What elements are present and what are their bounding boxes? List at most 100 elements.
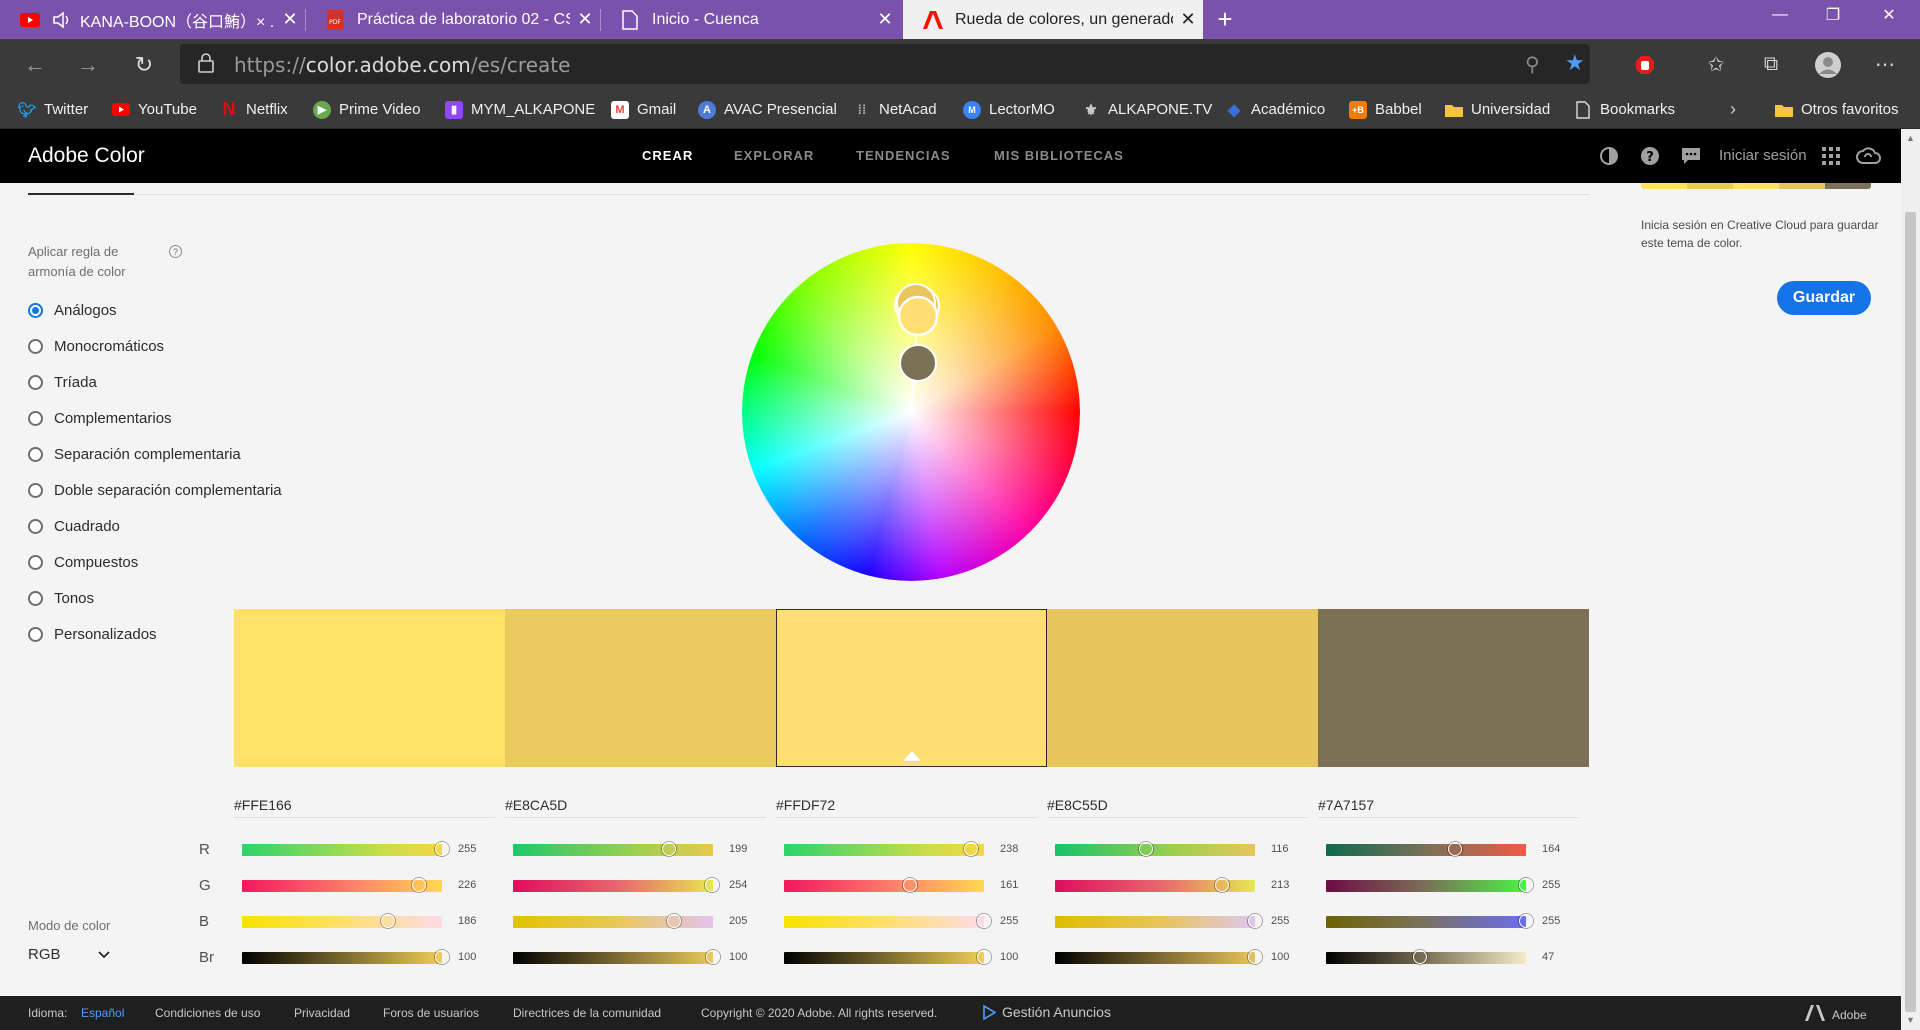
new-tab-button[interactable]: + (1210, 0, 1240, 39)
hex-input[interactable]: #FFE166 (234, 797, 292, 813)
channel-slider[interactable] (1326, 914, 1533, 928)
slider-knob[interactable] (705, 878, 720, 892)
slider-knob[interactable] (412, 878, 427, 892)
creative-cloud-icon[interactable] (1856, 143, 1882, 169)
nav-explorar[interactable]: EXPLORAR (734, 148, 814, 163)
harmony-option[interactable]: Compuestos (28, 550, 138, 574)
minimize-button[interactable]: — (1755, 0, 1805, 30)
bookmark-lectormo[interactable]: M LectorMO (963, 90, 1055, 129)
feedback-icon[interactable] (1678, 143, 1704, 169)
slider-knob[interactable] (435, 950, 449, 964)
slider-knob[interactable] (977, 950, 991, 964)
channel-slider[interactable] (1055, 950, 1262, 964)
slider-knob[interactable] (1248, 950, 1262, 964)
slider-knob[interactable] (1215, 878, 1230, 892)
close-icon[interactable]: ✕ (1173, 9, 1203, 30)
profile-avatar-icon[interactable] (1808, 39, 1848, 90)
radio-button[interactable] (28, 302, 43, 318)
hex-input[interactable]: #FFDF72 (776, 797, 835, 813)
color-swatch-selected[interactable] (776, 609, 1047, 767)
hex-input[interactable]: #E8C55D (1047, 797, 1108, 813)
browser-tab[interactable]: PDF Práctica de laboratorio 02 - CSS3 ✕ (305, 0, 600, 39)
nav-crear[interactable]: CREAR (642, 148, 693, 163)
radio-button[interactable] (28, 338, 43, 354)
slider-knob[interactable] (662, 842, 677, 856)
footer-link[interactable]: Foros de usuarios (383, 1006, 479, 1020)
slider-knob[interactable] (1413, 950, 1427, 964)
color-swatch[interactable] (234, 609, 505, 767)
channel-slider[interactable] (242, 878, 442, 892)
harmony-option[interactable]: Complementarios (28, 406, 172, 430)
language-link[interactable]: Español (81, 1006, 124, 1020)
channel-slider[interactable] (242, 914, 442, 928)
slider-knob[interactable] (1138, 842, 1153, 856)
radio-button[interactable] (28, 626, 43, 642)
accessibility-icon[interactable] (1596, 143, 1622, 169)
bookmark-gmail[interactable]: M Gmail (611, 90, 676, 129)
signin-link[interactable]: Iniciar sesión (1719, 147, 1807, 164)
bookmark-avac-presencial[interactable]: A AVAC Presencial (698, 90, 837, 129)
channel-slider[interactable] (242, 842, 449, 856)
channel-slider[interactable] (1055, 914, 1262, 928)
footer-link[interactable]: Privacidad (294, 1006, 350, 1020)
channel-slider[interactable] (784, 950, 991, 964)
bookmark-babbel[interactable]: +B Babbel (1349, 90, 1422, 129)
slider-knob[interactable] (1519, 878, 1533, 892)
color-wheel[interactable] (742, 243, 1080, 581)
close-icon[interactable]: ✕ (275, 9, 305, 30)
speaker-icon[interactable] (52, 10, 72, 30)
favorites-icon[interactable]: ✩ (1696, 39, 1736, 90)
adblock-icon[interactable] (1625, 39, 1665, 90)
hex-input[interactable]: #E8CA5D (505, 797, 567, 813)
bookmark-other-favorites[interactable]: Otros favoritos (1775, 90, 1899, 129)
bookmark-universidad[interactable]: Universidad (1445, 90, 1550, 129)
scroll-down-icon[interactable]: ▼ (1901, 1012, 1920, 1028)
info-icon[interactable]: ? (169, 245, 182, 258)
save-button[interactable]: Guardar (1777, 281, 1871, 315)
harmony-option[interactable]: Separación complementaria (28, 442, 241, 466)
collections-icon[interactable]: ⧉ (1751, 39, 1791, 90)
wheel-handle[interactable] (899, 344, 937, 382)
ads-management-link[interactable]: Gestión Anuncios (1002, 1004, 1111, 1020)
slider-knob[interactable] (435, 842, 449, 856)
radio-button[interactable] (28, 482, 43, 498)
color-swatch[interactable] (1318, 609, 1589, 767)
harmony-option[interactable]: Cuadrado (28, 514, 120, 538)
harmony-option[interactable]: Personalizados (28, 622, 157, 646)
channel-slider[interactable] (1326, 878, 1533, 892)
channel-slider[interactable] (513, 950, 720, 964)
browser-tab[interactable]: KANA-BOON（谷口鮪）× ... ✕ (0, 0, 305, 39)
slider-knob[interactable] (977, 914, 991, 928)
channel-slider[interactable] (784, 842, 984, 856)
bookmark-mym-alkapone[interactable]: ▮ MYM_ALKAPONE (445, 90, 595, 129)
slider-knob[interactable] (1447, 842, 1462, 856)
bookmark-bookmarks[interactable]: Bookmarks (1574, 90, 1675, 129)
browser-tab-active[interactable]: Rueda de colores, un generador de ✕ (903, 0, 1203, 39)
channel-slider[interactable] (513, 842, 713, 856)
channel-slider[interactable] (513, 914, 713, 928)
brand-title[interactable]: Adobe Color (28, 144, 145, 168)
channel-slider[interactable] (1055, 878, 1255, 892)
channel-slider[interactable] (1055, 842, 1255, 856)
close-icon[interactable]: ✕ (570, 9, 600, 30)
scroll-up-icon[interactable]: ▲ (1901, 130, 1920, 146)
slider-knob[interactable] (666, 914, 681, 928)
address-bar[interactable]: https://color.adobe.com/es/create ⚲ ★ (180, 44, 1590, 84)
chevron-right-icon[interactable]: › (1730, 90, 1736, 129)
bookmark-netflix[interactable]: N Netflix (220, 90, 288, 129)
zoom-icon[interactable]: ⚲ (1525, 52, 1540, 77)
ad-choices-icon[interactable] (982, 1004, 997, 1023)
close-window-button[interactable]: ✕ (1864, 0, 1914, 30)
restore-button[interactable]: ❐ (1808, 0, 1858, 30)
help-icon[interactable]: ? (1637, 143, 1663, 169)
footer-link[interactable]: Directrices de la comunidad (513, 1006, 661, 1020)
harmony-option[interactable]: Doble separación complementaria (28, 478, 282, 502)
forward-button[interactable]: → (68, 39, 108, 90)
harmony-option[interactable]: Monocromáticos (28, 334, 164, 358)
radio-button[interactable] (28, 554, 43, 570)
bookmark-prime-video[interactable]: ▶ Prime Video (313, 90, 420, 129)
slider-knob[interactable] (903, 878, 918, 892)
channel-slider[interactable] (784, 878, 984, 892)
slider-knob[interactable] (1248, 914, 1262, 928)
browser-tab[interactable]: Inicio - Cuenca ✕ (600, 0, 900, 39)
